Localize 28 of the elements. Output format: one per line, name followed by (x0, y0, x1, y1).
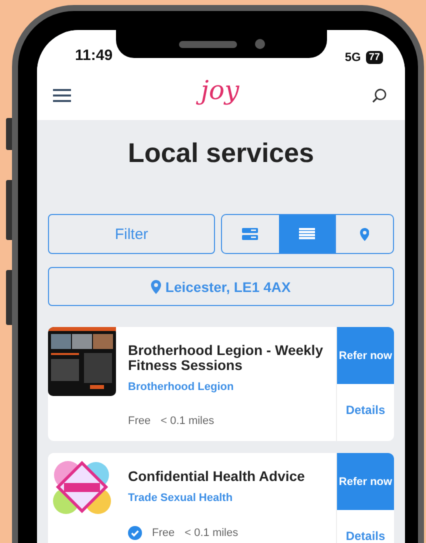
map-pin-icon (151, 280, 162, 294)
details-link[interactable]: Details (346, 530, 386, 543)
refer-button[interactable]: Refer now (337, 327, 394, 384)
status-time: 11:49 (75, 47, 113, 64)
speaker-grille (178, 40, 236, 48)
provider-link[interactable]: Brotherhood Legion (128, 381, 328, 393)
location-button[interactable]: Leicester, LE1 4AX (48, 267, 394, 306)
service-title: Brotherhood Legion - Weekly Fitness Sessions (128, 343, 324, 373)
distance-label: < 0.1 miles (160, 415, 214, 427)
map-pin-icon (360, 228, 370, 240)
app-logo[interactable]: joy (198, 75, 244, 109)
service-title: Confidential Health Advice (128, 469, 306, 484)
stacked-bars-icon (242, 228, 258, 240)
front-camera (254, 39, 264, 49)
list-icon (299, 228, 315, 240)
details-link[interactable]: Details (346, 404, 386, 441)
distance-label: < 0.1 miles (184, 527, 238, 539)
menu-icon[interactable] (53, 88, 71, 102)
refer-button[interactable]: Refer now (337, 453, 394, 510)
search-icon[interactable] (372, 88, 387, 102)
page-title: Local services (126, 138, 316, 170)
provider-link[interactable]: Trade Sexual Health (128, 492, 328, 504)
filter-button[interactable]: Filter (48, 214, 215, 254)
network-label: 5G (344, 50, 361, 64)
price-label: Free (152, 527, 175, 539)
view-option[interactable] (278, 215, 336, 253)
battery-level: 77 (366, 50, 383, 64)
price-label: Free (128, 415, 151, 427)
